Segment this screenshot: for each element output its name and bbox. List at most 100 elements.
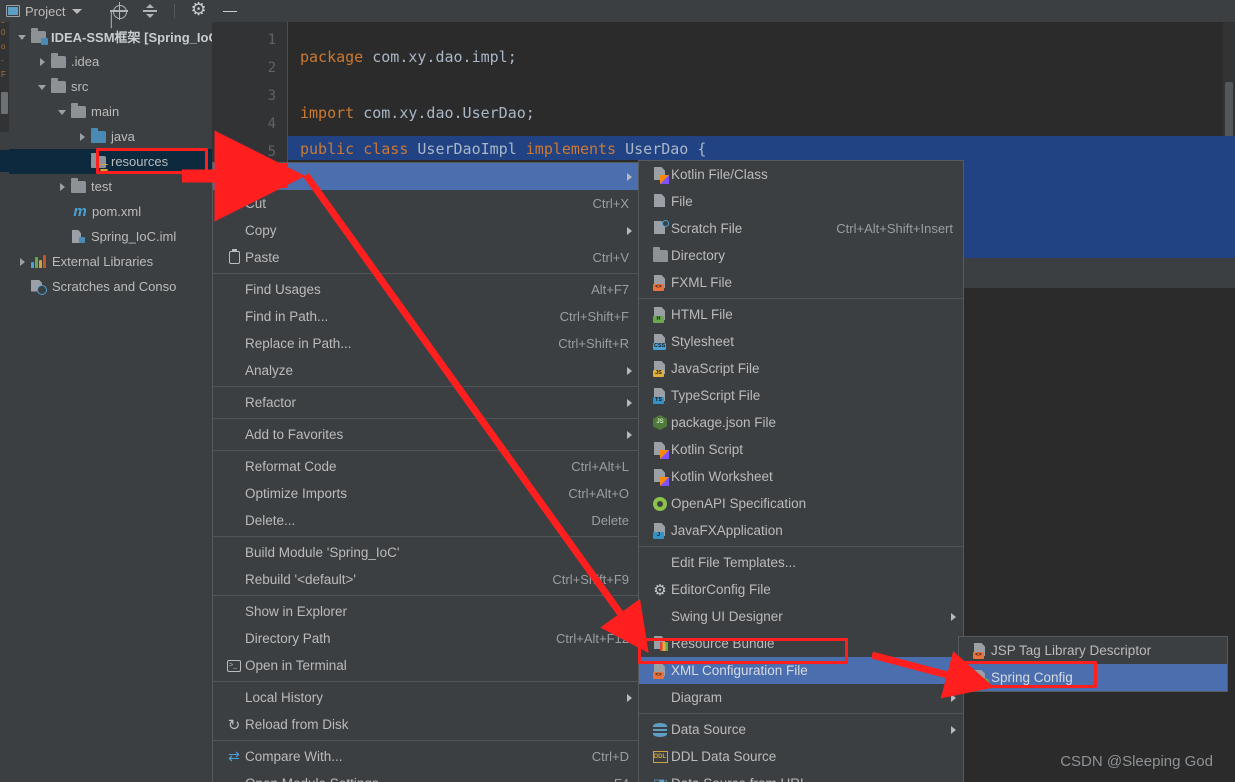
menu-item-javascript-file[interactable]: JS JavaScript File [639,355,963,382]
menu-item-shortcut: Ctrl+Shift+F [559,309,629,324]
chevron-down-icon[interactable] [55,104,71,120]
chevron-right-icon[interactable] [55,179,71,195]
menu-item-label: Find in Path... [245,309,329,324]
chevron-down-icon[interactable] [72,8,83,14]
xml-configuration-submenu[interactable]: <> JSP Tag Library Descriptor < Spring Conf… [958,636,1228,692]
menu-item-typescript-file[interactable]: TS TypeScript File [639,382,963,409]
menu-item-ddl-data-source[interactable]: DDL DDL Data Source [639,743,963,770]
menu-item-analyze[interactable]: Analyze [213,357,639,384]
menu-item-label: Add to Favorites [245,427,344,442]
menu-item-open-module-settings[interactable]: Open Module Settings F4 [213,770,639,782]
menu-item-resource-bundle[interactable]: Resource Bundle [639,630,963,657]
chevron-right-icon[interactable] [15,254,31,270]
menu-item-reload-from-disk[interactable]: ↻ Reload from Disk [213,711,639,738]
menu-item-copy[interactable]: Copy [213,217,639,244]
tree-item-pom-xml[interactable]: m pom.xml [9,199,212,224]
new-submenu[interactable]: Kotlin File/Class File Scratch File Ctrl+Al… [638,160,964,782]
menu-item-rebuild-default[interactable]: Rebuild '<default>' Ctrl+Shift+F9 [213,566,639,593]
menu-item-file[interactable]: File [639,188,963,215]
code-line-5: public class UserDaoImpl implements User… [300,140,707,158]
menu-item-local-history[interactable]: Local History [213,684,639,711]
project-label: Project [25,3,66,19]
menu-item-scratch-file[interactable]: Scratch File Ctrl+Alt+Shift+Insert [639,215,963,242]
menu-item-build-module-spring-ioc[interactable]: Build Module 'Spring_IoC' [213,539,639,566]
resource-bundle-icon [653,636,668,651]
js-file-icon: JS [653,361,667,377]
fxml-file-icon: <> [649,275,671,291]
locate-icon[interactable] [110,2,129,20]
tree-item-java[interactable]: java [9,124,212,149]
chevron-right-icon[interactable] [35,54,51,70]
strip-handle[interactable] [1,92,8,114]
chevron-down-icon[interactable] [35,79,51,95]
tree-item-resources[interactable]: resources [9,149,212,174]
menu-item-open-in-terminal[interactable]: >_ Open in Terminal [213,652,639,679]
minimize-icon[interactable] [221,2,239,20]
menu-item-diagram[interactable]: Diagram [639,684,963,711]
menu-item-directory[interactable]: Directory [639,242,963,269]
menu-item-delete[interactable]: Delete... Delete [213,507,639,534]
menu-item-data-source-from-url[interactable]: ◨∶Data Source from URL [639,770,963,782]
menu-item-package-json-file[interactable]: JS package.json File [639,409,963,436]
menu-item-label: JSP Tag Library Descriptor [991,643,1152,658]
tree-item-main[interactable]: main [9,99,212,124]
menu-item-shortcut: Ctrl+X [592,196,629,211]
menu-item-editorconfig-file[interactable]: ⚙ EditorConfig File [639,576,963,603]
menu-item-refactor[interactable]: Refactor [213,389,639,416]
menu-item-stylesheet[interactable]: CSS Stylesheet [639,328,963,355]
html-file-icon: H [653,307,667,323]
menu-item-replace-in-path[interactable]: Replace in Path... Ctrl+Shift+R [213,330,639,357]
menu-item-kotlin-worksheet[interactable]: Kotlin Worksheet [639,463,963,490]
menu-item-swing-ui-designer[interactable]: Swing UI Designer [639,603,963,630]
menu-item-show-in-explorer[interactable]: Show in Explorer [213,598,639,625]
menu-item-xml-configuration-file[interactable]: <> XML Configuration File [639,657,963,684]
project-tree[interactable]: IDEA-SSM框架 [Spring_IoC]C:\U .idea srcmain j… [9,24,252,299]
menu-item-compare-with[interactable]: ⇄ Compare With... Ctrl+D [213,743,639,770]
context-menu[interactable]: New ✂ Cut Ctrl+X Copy Paste Ctrl+V Find Usages A… [212,162,640,782]
menu-item-data-source[interactable]: Data Source [639,716,963,743]
menu-item-label: Replace in Path... [245,336,352,351]
line-number: 5 [267,144,276,160]
menu-item-edit-file-templates[interactable]: Edit File Templates... [639,549,963,576]
menu-item-label: Kotlin Worksheet [671,469,773,484]
menu-item-paste[interactable]: Paste Ctrl+V [213,244,639,271]
menu-item-shortcut: Alt+F7 [591,282,629,297]
menu-item-reformat-code[interactable]: Reformat Code Ctrl+Alt+L [213,453,639,480]
tree-item-idea-ssm-spring-ioc[interactable]: IDEA-SSM框架 [Spring_IoC]C:\U [9,24,252,49]
chevron-down-icon[interactable] [15,29,31,45]
menu-item-optimize-imports[interactable]: Optimize Imports Ctrl+Alt+O [213,480,639,507]
collapse-all-icon[interactable] [141,2,159,20]
tree-item-idea[interactable]: .idea [9,49,212,74]
gear-icon[interactable] [190,0,208,20]
menu-item-html-file[interactable]: H HTML File [639,301,963,328]
menu-item-find-usages[interactable]: Find Usages Alt+F7 [213,276,639,303]
menu-item-cut[interactable]: ✂ Cut Ctrl+X [213,190,639,217]
menu-item-directory-path[interactable]: Directory Path Ctrl+Alt+F12 [213,625,639,652]
menu-item-fxml-file[interactable]: <> FXML File [639,269,963,296]
menu-item-javafxapplication[interactable]: J JavaFXApplication [639,517,963,544]
menu-item-add-to-favorites[interactable]: Add to Favorites [213,421,639,448]
menu-item-new[interactable]: New [213,163,639,190]
folder-icon [71,102,86,118]
project-toolbar[interactable]: Project [0,0,1226,22]
ts-file-icon: TS [653,388,667,404]
tree-item-scratches-and-conso[interactable]: Scratches and Conso [9,274,212,299]
menu-item-kotlin-script[interactable]: Kotlin Script [639,436,963,463]
chevron-right-icon[interactable] [75,129,91,145]
menu-item-find-in-path[interactable]: Find in Path... Ctrl+Shift+F [213,303,639,330]
menu-item-kotlin-file-class[interactable]: Kotlin File/Class [639,161,963,188]
left-tool-strip[interactable]: 6 s 0 o - F [0,0,9,782]
project-panel-title[interactable]: Project [0,3,83,19]
tree-item-spring-ioc-iml[interactable]: Spring_IoC.iml [9,224,212,249]
menu-item-spring-config[interactable]: < Spring Config [959,664,1227,691]
menu-item-openapi-specification[interactable]: OpenAPI Specification [639,490,963,517]
menu-item-label: Open Module Settings [245,776,590,782]
tree-item-test[interactable]: test [9,174,212,199]
kotlin-file-icon [649,167,671,184]
terminal-icon: >_ [227,659,241,672]
tree-item-src[interactable]: src [9,74,212,99]
menu-item-label: HTML File [671,307,733,322]
menu-item-label: Cut [245,196,267,211]
menu-item-jsp-tag-library-descriptor[interactable]: <> JSP Tag Library Descriptor [959,637,1227,664]
tree-item-external-libraries[interactable]: External Libraries [9,249,212,274]
